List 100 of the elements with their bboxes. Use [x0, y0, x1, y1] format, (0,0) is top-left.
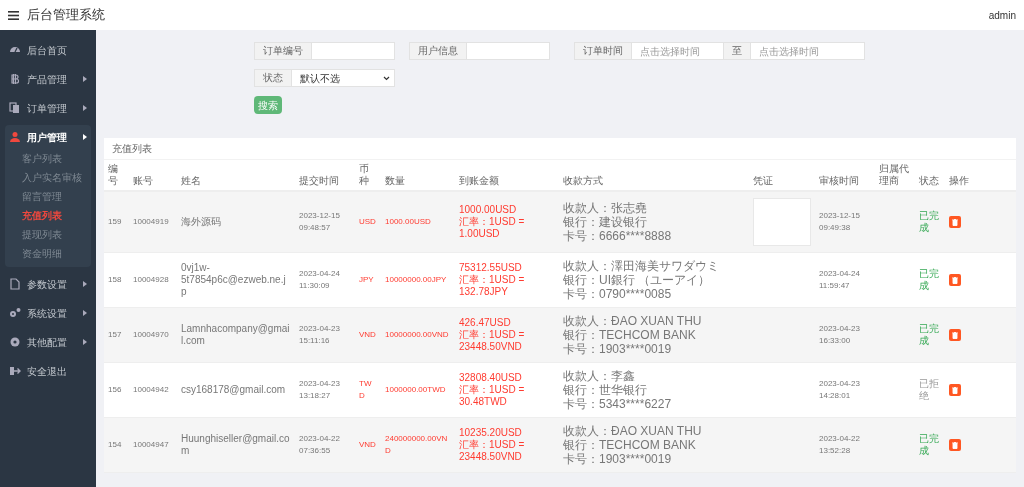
table-cell: 426.47USD 汇率：1USD = 23448.50VND	[455, 307, 559, 363]
table-cell: 10004947	[129, 417, 177, 473]
delete-button[interactable]	[949, 274, 961, 286]
field-label: 订单编号	[254, 42, 312, 60]
column-header: 到账金额	[455, 160, 559, 191]
menu-icon[interactable]	[8, 10, 19, 20]
sidebar-item[interactable]: 产品管理	[5, 67, 91, 91]
field-label: 订单时间	[574, 42, 632, 60]
table-cell: 收款人：李鑫 银行：世华银行 卡号：5343****6227	[559, 362, 749, 418]
table-cell: 收款人：澤田海美サワダウミ 银行：UI銀行 （ユーアイ） 卡号：0790****0085	[559, 252, 749, 308]
table-cell: 2023-04-24 11:30:09	[295, 252, 355, 308]
column-header: 币种	[355, 160, 381, 191]
delete-button[interactable]	[949, 439, 961, 451]
column-header: 数量	[381, 160, 455, 191]
column-header: 编号	[104, 160, 129, 191]
table-cell: 收款人：ĐAO XUAN THU 银行：TECHCOM BANK 卡号：1903****0019	[559, 417, 749, 473]
column-header: 提交时间	[295, 160, 355, 191]
column-header: 凭证	[749, 160, 815, 191]
logout-icon	[9, 365, 21, 377]
table-cell: TWD	[355, 362, 381, 418]
delete-button[interactable]	[949, 384, 961, 396]
table-cell: 10004942	[129, 362, 177, 418]
table-cell: 10235.20USD 汇率：1USD = 23448.50VND	[455, 417, 559, 473]
sidebar-item[interactable]: 安全退出	[5, 359, 91, 383]
table-cell: VND	[355, 307, 381, 363]
status-text: 已完成	[915, 252, 945, 308]
table-cell: 2023-04-23 13:18:27	[295, 362, 355, 418]
column-header: 收款方式	[559, 160, 749, 191]
table-cell: 1000000.00TWD	[381, 362, 455, 418]
field-label: 用户信息	[409, 42, 467, 60]
column-header: 审核时间	[815, 160, 875, 191]
status-text: 已完成	[915, 417, 945, 473]
table-cell: 2023-04-22 13:52:28	[815, 417, 875, 473]
table-cell: 10004919	[129, 191, 177, 253]
user-icon	[9, 131, 21, 143]
table-cell: 2023-04-23 15:11:16	[295, 307, 355, 363]
table-cell: 1000.00USD	[381, 191, 455, 253]
start-time-field[interactable]: 点击选择时间	[632, 42, 724, 60]
user-info-field[interactable]	[467, 42, 550, 60]
app-title: 后台管理系统	[27, 6, 105, 25]
field-label: 状态	[254, 69, 292, 87]
table-cell: 158	[104, 252, 129, 308]
settings-icon	[9, 336, 21, 348]
table-cell: 海外源码	[177, 191, 295, 253]
trash-icon	[952, 276, 958, 284]
delete-button[interactable]	[949, 329, 961, 341]
order-number-field[interactable]	[312, 42, 395, 60]
table-cell: 2023-04-24 11:59:47	[815, 252, 875, 308]
user-name[interactable]: admin	[988, 7, 1016, 23]
status-text: 已完成	[915, 307, 945, 363]
trash-icon	[952, 386, 958, 394]
table-cell: JPY	[355, 252, 381, 308]
sidebar-item[interactable]: 参数设置	[5, 272, 91, 296]
table-cell: 240000000.00VND	[381, 417, 455, 473]
table-cell: Lamnhacompany@gmail.com	[177, 307, 295, 363]
sidebar-item[interactable]: 其他配置	[5, 330, 91, 354]
file-icon	[9, 278, 21, 290]
table-cell: csy168178@gmail.com	[177, 362, 295, 418]
trash-icon	[952, 218, 958, 226]
sidebar-item[interactable]: 后台首页	[5, 38, 91, 62]
range-separator: 至	[724, 42, 750, 60]
sidebar-item[interactable]: 系统设置	[5, 301, 91, 325]
column-header: 操作	[945, 160, 1016, 191]
status-select[interactable]: 默认不选	[292, 69, 395, 87]
card-title: 充值列表	[104, 138, 1016, 160]
table-cell: 75312.55USD 汇率：1USD = 132.78JPY	[455, 252, 559, 308]
table-cell: 2023-12-15 09:49:38	[815, 191, 875, 253]
column-header: 归属代理商	[875, 160, 915, 191]
table-cell: 收款人：张志堯 银行：建设银行 卡号：6666****8888	[559, 191, 749, 253]
column-header: 账号	[129, 160, 177, 191]
table-cell: 2023-12-15 09:48:57	[295, 191, 355, 253]
table-cell: VND	[355, 417, 381, 473]
table-cell: 2023-04-23 16:33:00	[815, 307, 875, 363]
table-cell: 收款人：ĐAO XUAN THU 银行：TECHCOM BANK 卡号：1903****0019	[559, 307, 749, 363]
copy-icon	[9, 102, 21, 114]
trash-icon	[952, 441, 958, 449]
table-cell: 10000000.00JPY	[381, 252, 455, 308]
status-text: 已拒绝	[915, 362, 945, 418]
table-cell: 10000000.00VND	[381, 307, 455, 363]
table-cell: USD	[355, 191, 381, 253]
sidebar-item[interactable]: 用户管理	[5, 125, 91, 149]
table-cell: 154	[104, 417, 129, 473]
table-cell: 1000.00USD 汇率：1USD = 1.00USD	[455, 191, 559, 253]
table-cell: 157	[104, 307, 129, 363]
trash-icon	[952, 331, 958, 339]
table-cell: 156	[104, 362, 129, 418]
table-cell: 2023-04-23 14:28:01	[815, 362, 875, 418]
delete-button[interactable]	[949, 216, 961, 228]
bitcoin-icon	[9, 73, 21, 85]
table-cell: Huunghiseller@gmail.com	[177, 417, 295, 473]
status-text: 已完成	[915, 191, 945, 253]
table-cell: 0vj1w-5t7854p6c@ezweb.ne.jp	[177, 252, 295, 308]
column-header: 姓名	[177, 160, 295, 191]
gears-icon	[9, 307, 21, 319]
end-time-field[interactable]: 点击选择时间	[750, 42, 865, 60]
chevron-down-icon	[383, 75, 390, 81]
column-header: 状态	[915, 160, 945, 191]
table-cell: 32808.40USD 汇率：1USD = 30.48TWD	[455, 362, 559, 418]
table-cell: 10004928	[129, 252, 177, 308]
sidebar-item[interactable]: 订单管理	[5, 96, 91, 120]
